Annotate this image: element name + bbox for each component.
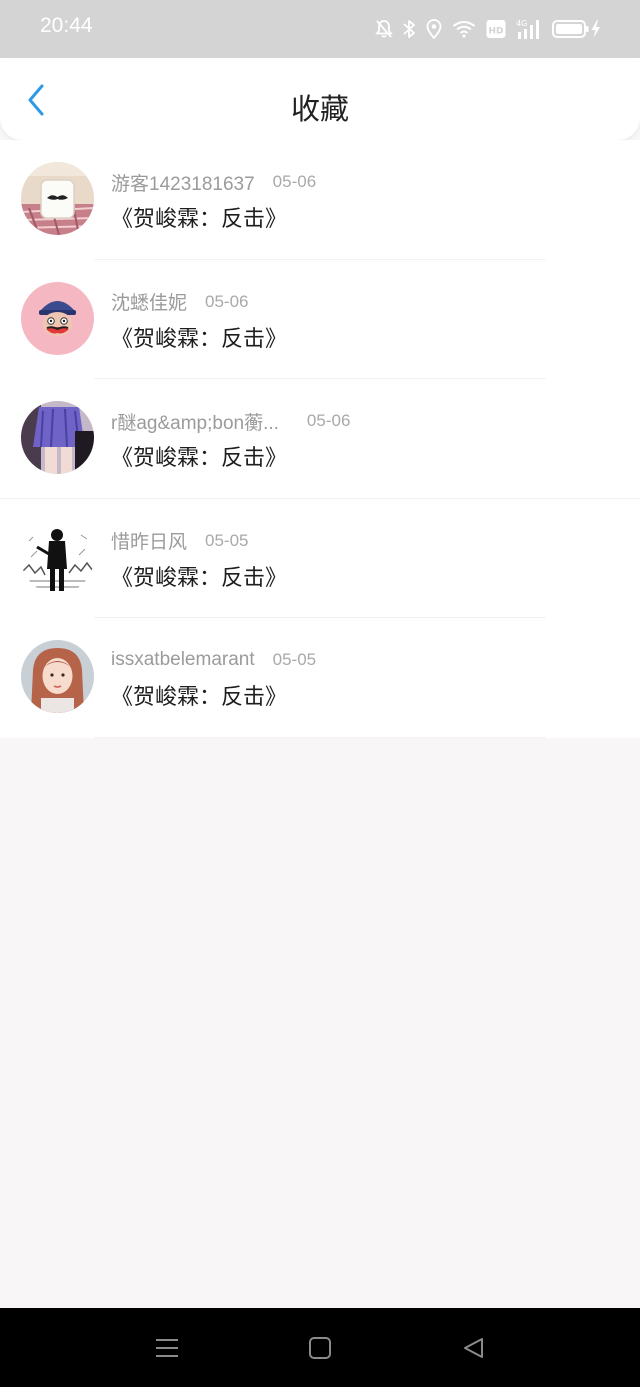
list-item[interactable]: 沈蟋佳妮 05-06 《贺峻霖：反击》 [0,260,640,380]
home-square-icon [309,1337,331,1359]
item-meta: 沈蟋佳妮 05-06 [111,289,249,315]
list-item[interactable]: 惜昨日风 05-05 《贺峻霖：反击》 [0,499,640,619]
avatar[interactable] [21,520,94,594]
bluetooth-icon [403,19,416,39]
item-date: 05-06 [306,411,351,431]
item-date: 05-05 [205,530,249,550]
item-title[interactable]: 《贺峻霖：反击》 [111,440,287,472]
username[interactable]: 惜昨日风 [111,527,187,554]
location-icon [426,19,442,39]
avatar[interactable] [21,401,94,475]
menu-button[interactable] [153,1334,181,1362]
item-title[interactable]: 《贺峻霖：反击》 [111,560,287,592]
header: 收藏 [0,58,640,140]
nav-back-button[interactable] [459,1334,487,1362]
hd-label: HD [488,27,503,37]
menu-icon [156,1339,178,1357]
item-meta: 游客1423181637 05-06 [111,169,316,195]
system-nav-bar [0,1308,640,1387]
hd-icon: HD [486,19,506,39]
page-title: 收藏 [290,92,349,126]
status-icons: HD 4G [375,16,602,42]
divider [94,736,546,738]
avatar[interactable] [21,640,94,714]
favorites-list: 游客1423181637 05-06 《贺峻霖：反击》 沈蟋佳妮 05-06 《… [0,140,640,738]
wifi-icon [452,20,476,38]
list-item[interactable]: r醚ag&amp;bon蘅... 05-06 《贺峻霖：反击》 [0,379,640,499]
item-meta: issxatbelemarant 05-05 [111,647,316,673]
signal-4g-icon: 4G [516,18,542,40]
item-meta: r醚ag&amp;bon蘅... 05-06 [111,408,350,434]
username[interactable]: issxatbelemarant [111,649,255,671]
item-date: 05-05 [272,650,317,670]
item-title[interactable]: 《贺峻霖：反击》 [111,679,287,711]
avatar[interactable] [21,281,94,355]
home-button[interactable] [306,1334,334,1362]
item-meta: 惜昨日风 05-05 [111,528,249,554]
list-item[interactable]: 游客1423181637 05-06 《贺峻霖：反击》 [0,140,640,260]
status-bar: 20:44 HD 4G [0,0,640,58]
username[interactable]: r醚ag&amp;bon蘅... [111,408,279,435]
item-date: 05-06 [205,291,249,311]
back-triangle-icon [464,1338,483,1358]
battery-charging-icon [552,19,602,39]
bell-off-icon [375,19,393,39]
list-item[interactable]: issxatbelemarant 05-05 《贺峻霖：反击》 [0,618,640,738]
item-title[interactable]: 《贺峻霖：反击》 [111,321,287,353]
network-label: 4G [516,19,527,28]
status-time: 20:44 [40,14,93,37]
avatar[interactable] [21,162,94,235]
username[interactable]: 沈蟋佳妮 [111,288,187,315]
username[interactable]: 游客1423181637 [111,169,255,196]
item-title[interactable]: 《贺峻霖：反击》 [111,201,287,233]
item-date: 05-06 [272,172,317,191]
